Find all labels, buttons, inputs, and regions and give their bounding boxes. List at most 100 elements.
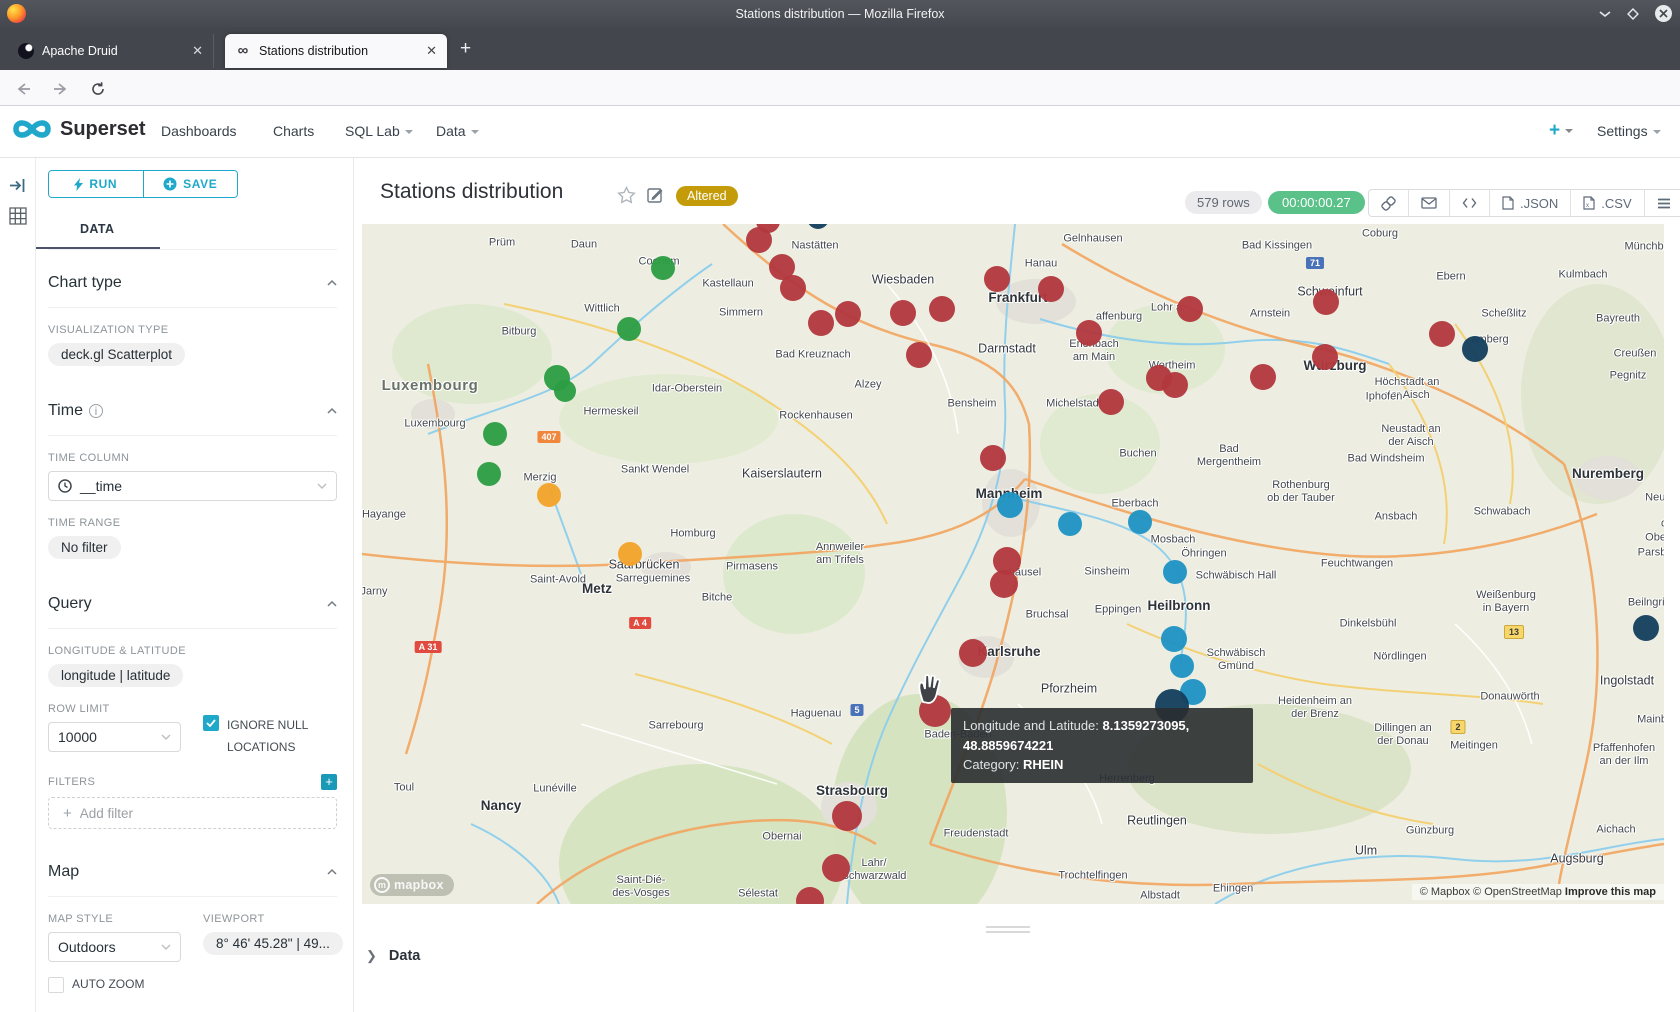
map-data-point[interactable] [1250, 364, 1276, 390]
improve-map-link[interactable]: Improve this map [1565, 886, 1656, 898]
map-data-point[interactable] [1429, 321, 1455, 347]
add-filter-plus-button[interactable]: + [321, 774, 337, 790]
map-canvas[interactable]: Longitude and Latitude: 8.1359273095, 48… [362, 224, 1664, 904]
tab-close-icon[interactable]: ✕ [426, 43, 437, 59]
map-data-point[interactable] [618, 542, 642, 566]
map-data-point[interactable] [1312, 344, 1338, 370]
map-place-label: Luxembourg [404, 417, 465, 430]
map-data-point[interactable] [1462, 336, 1488, 362]
viz-type-value[interactable]: deck.gl Scatterplot [48, 343, 185, 366]
time-column-select[interactable]: __time [48, 471, 337, 501]
tab-stations-distribution[interactable]: ∞ Stations distribution ✕ [225, 34, 447, 68]
window-titlebar: Stations distribution — Mozilla Firefox [0, 0, 1680, 27]
map-data-point[interactable] [929, 296, 955, 322]
map-data-point[interactable] [483, 422, 507, 446]
nav-add-button[interactable]: + [1549, 120, 1573, 142]
map-data-point[interactable] [1098, 389, 1124, 415]
map-data-point[interactable] [997, 492, 1023, 518]
map-data-point[interactable] [808, 310, 834, 336]
map-data-point[interactable] [984, 266, 1010, 292]
map-data-point[interactable] [959, 639, 987, 667]
row-limit-label: ROW LIMIT [48, 703, 181, 715]
map-data-point[interactable] [1170, 654, 1194, 678]
map-data-point[interactable] [477, 462, 501, 486]
map-data-point[interactable] [780, 275, 806, 301]
map-place-label: Michelstadt [1046, 397, 1102, 410]
tab-data[interactable]: DATA [48, 220, 337, 250]
tab-close-icon[interactable]: ✕ [192, 43, 203, 59]
panel-resize-handle[interactable] [986, 926, 1030, 933]
map-data-point[interactable] [980, 445, 1006, 471]
section-chart-type[interactable]: Chart type [48, 250, 337, 308]
viewport-value[interactable]: 8° 46' 45.28" | 49... [203, 932, 343, 955]
explore-header: Stations distribution Altered 579 rows 0… [355, 158, 1680, 224]
nav-data[interactable]: Data [436, 123, 479, 139]
superset-logo[interactable]: Superset [12, 116, 146, 142]
chevron-up-icon [327, 278, 337, 288]
lonlat-value[interactable]: longitude | latitude [48, 664, 183, 687]
auto-zoom-checkbox[interactable] [48, 977, 64, 993]
reload-button[interactable] [87, 78, 109, 100]
map-data-point[interactable] [835, 301, 861, 327]
new-tab-button[interactable]: + [460, 39, 471, 58]
map-data-point[interactable] [1177, 296, 1203, 322]
save-button[interactable]: SAVE [144, 171, 238, 197]
map-place-label: Feuchtwangen [1321, 557, 1393, 570]
map-data-point[interactable] [890, 300, 916, 326]
chart-menu-button[interactable] [1645, 190, 1680, 216]
datasource-grid-icon[interactable] [9, 207, 27, 225]
map-data-point[interactable] [1076, 320, 1102, 346]
nav-sql-lab[interactable]: SQL Lab [345, 123, 413, 139]
section-time[interactable]: Timei [48, 378, 337, 436]
export-json-button[interactable]: .JSON [1490, 190, 1571, 216]
map-data-point[interactable] [617, 317, 641, 341]
map-data-point[interactable] [1038, 276, 1064, 302]
time-range-value[interactable]: No filter [48, 536, 121, 559]
nav-dashboards[interactable]: Dashboards [161, 123, 237, 139]
add-filter-box[interactable]: + Add filter [48, 797, 337, 829]
export-csv-button[interactable]: x.CSV [1571, 190, 1644, 216]
close-button[interactable] [1655, 5, 1672, 22]
map-style-select[interactable]: Outdoors [48, 932, 181, 962]
edit-properties-icon[interactable] [647, 186, 664, 208]
map-data-point[interactable] [1058, 512, 1082, 536]
copy-link-button[interactable] [1369, 190, 1409, 216]
map-place-label: Ansbach [1375, 510, 1418, 523]
section-query[interactable]: Query [48, 571, 337, 629]
map-data-point[interactable] [1163, 560, 1187, 584]
nav-charts[interactable]: Charts [273, 123, 314, 139]
data-section-toggle[interactable]: ❯ Data [366, 948, 420, 964]
mapbox-logo[interactable]: m mapbox [370, 874, 454, 896]
back-button[interactable] [12, 78, 34, 100]
viewport-label: VIEWPORT [203, 913, 337, 925]
row-limit-select[interactable]: 10000 [48, 722, 181, 752]
embed-code-button[interactable] [1450, 190, 1490, 216]
map-data-point[interactable] [651, 256, 675, 280]
map-data-point[interactable] [822, 854, 850, 882]
email-button[interactable] [1409, 190, 1450, 216]
section-map[interactable]: Map [48, 839, 337, 897]
map-data-point[interactable] [1161, 626, 1187, 652]
map-place-label: Scheßlitz [1481, 307, 1526, 320]
nav-settings[interactable]: Settings [1597, 123, 1661, 139]
map-data-point[interactable] [1128, 510, 1152, 534]
map-data-point[interactable] [1162, 372, 1188, 398]
map-data-point[interactable] [1633, 615, 1659, 641]
map-place-label: Sarrebourg [648, 719, 703, 732]
favorite-star-icon[interactable] [617, 186, 636, 209]
altered-badge[interactable]: Altered [676, 186, 738, 206]
tab-apache-druid[interactable]: Apache Druid ✕ [8, 34, 214, 68]
map-data-point[interactable] [990, 570, 1018, 598]
map-data-point[interactable] [832, 801, 862, 831]
map-data-point[interactable] [1313, 289, 1339, 315]
ignore-null-checkbox[interactable] [203, 715, 219, 731]
map-data-point[interactable] [554, 380, 576, 402]
forward-button[interactable] [50, 78, 72, 100]
minimize-button[interactable] [1599, 10, 1611, 18]
map-data-point[interactable] [906, 342, 932, 368]
lonlat-label: LONGITUDE & LATITUDE [48, 645, 337, 657]
maximize-button[interactable] [1627, 8, 1639, 20]
map-data-point[interactable] [537, 483, 561, 507]
expand-panel-icon[interactable] [9, 178, 26, 193]
run-button[interactable]: RUN [49, 171, 144, 197]
